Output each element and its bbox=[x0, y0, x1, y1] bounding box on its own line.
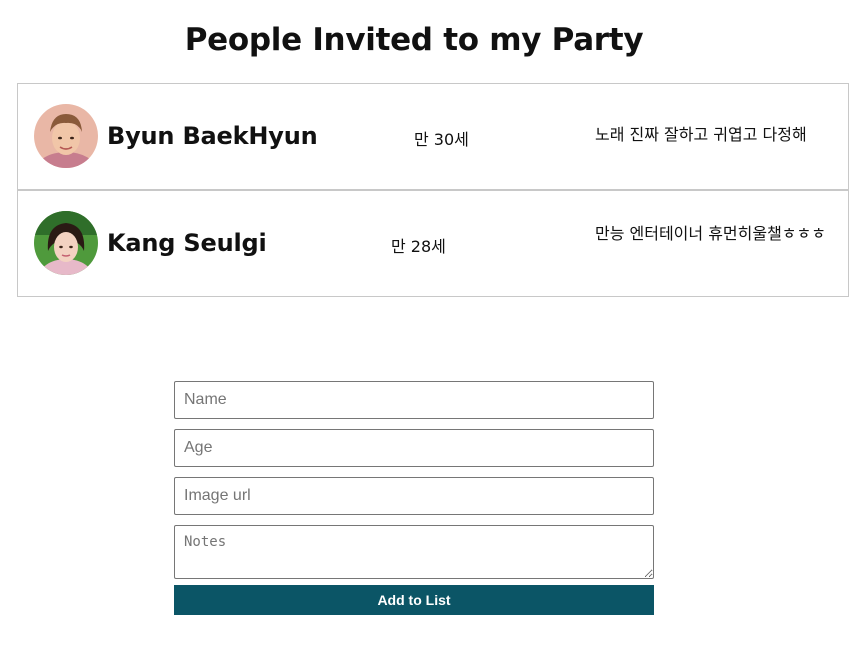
person-age: 만 28세 bbox=[391, 237, 446, 256]
add-person-form: Add to List bbox=[174, 381, 654, 615]
person-notes: 만능 엔터테이너 휴먼히울챌ㅎㅎㅎ bbox=[595, 224, 826, 243]
person-name: Byun BaekHyun bbox=[107, 122, 318, 150]
person-name: Kang Seulgi bbox=[107, 229, 267, 257]
list-item: Byun BaekHyun 만 30세 노래 진짜 잘하고 귀엽고 다정해 bbox=[17, 83, 849, 189]
page-title: People Invited to my Party bbox=[184, 22, 644, 58]
avatar bbox=[34, 104, 98, 168]
age-input[interactable] bbox=[174, 429, 654, 467]
person-age: 만 30세 bbox=[414, 130, 469, 149]
notes-textarea[interactable] bbox=[174, 525, 654, 579]
add-to-list-button[interactable]: Add to List bbox=[174, 585, 654, 615]
avatar-image-kang-seulgi bbox=[34, 211, 98, 275]
avatar bbox=[34, 211, 98, 275]
person-notes: 노래 진짜 잘하고 귀엽고 다정해 bbox=[595, 125, 807, 144]
name-input[interactable] bbox=[174, 381, 654, 419]
people-list: Byun BaekHyun 만 30세 노래 진짜 잘하고 귀엽고 다정해 Ka… bbox=[17, 83, 849, 297]
image-url-input[interactable] bbox=[174, 477, 654, 515]
list-item: Kang Seulgi 만 28세 만능 엔터테이너 휴먼히울챌ㅎㅎㅎ bbox=[17, 189, 849, 297]
avatar-image-byun-baekhyun bbox=[34, 104, 98, 168]
